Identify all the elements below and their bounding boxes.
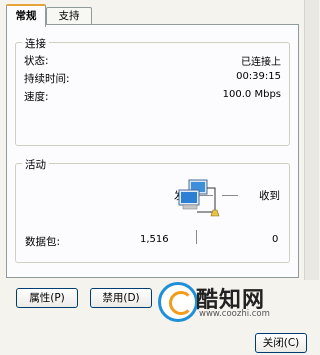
close-button[interactable]: 关闭(C) [255,333,307,353]
tab-support[interactable]: 支持 [46,7,92,25]
status-value: 已连接上 [241,57,281,68]
packets-label: 数据包: [25,236,61,248]
connection-group-title: 连接 [22,36,49,51]
tab-general[interactable]: 常规 [6,4,46,27]
properties-button[interactable]: 属性(P) [16,288,78,308]
received-line [222,195,238,196]
scrollbar[interactable] [304,0,319,280]
speed-value: 100.0 Mbps [222,89,281,100]
status-label: 状态: [24,55,49,67]
received-label: 收到 [259,190,280,202]
network-computers-icon [175,178,225,222]
duration-label: 持续时间: [24,73,70,85]
connection-group: 连接 状态: 已连接上 持续时间: 00:39:15 速度: 100.0 Mbp… [15,36,290,146]
watermark-url: www.coozhi.com [199,309,270,319]
packets-sent-value: 1,516 [140,234,169,245]
packets-divider [196,230,197,244]
speed-label: 速度: [24,91,49,103]
activity-group: 活动 发送 收到 数据包: 1,516 0 [15,157,290,263]
duration-row: 持续时间: 00:39:15 [24,71,281,87]
connection-status-dialog: 常规 支持 连接 状态: 已连接上 持续时间: 00:39:15 速度: 100… [0,0,319,355]
duration-value: 00:39:15 [236,71,281,82]
packets-received-value: 0 [272,234,279,245]
coozhi-logo-icon [158,282,198,322]
status-row: 状态: 已连接上 [24,53,281,69]
activity-group-title: 活动 [22,157,49,172]
disable-button[interactable]: 禁用(D) [90,288,152,308]
speed-row: 速度: 100.0 Mbps [24,89,281,105]
general-tab-panel: 连接 状态: 已连接上 持续时间: 00:39:15 速度: 100.0 Mbp… [6,24,299,308]
